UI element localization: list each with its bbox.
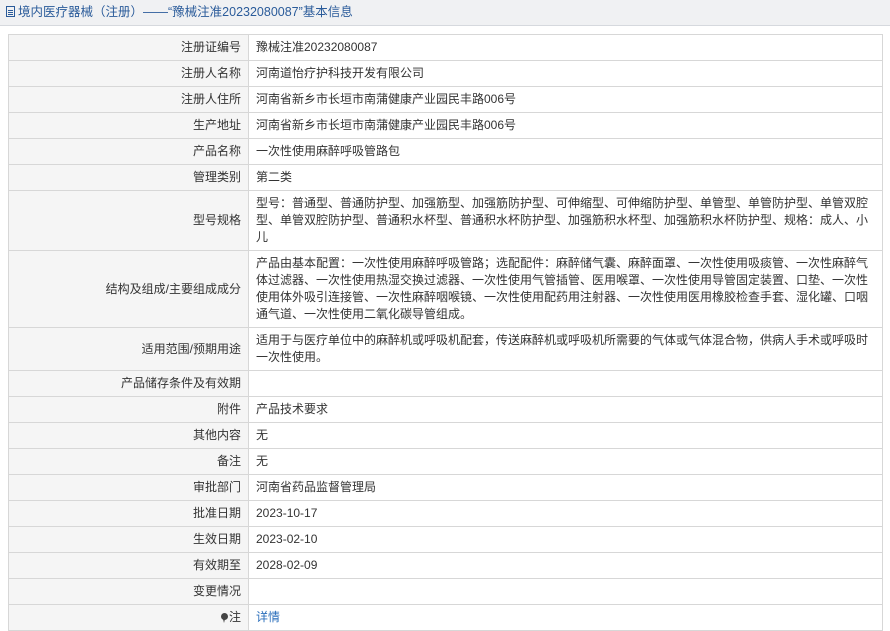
field-value: 一次性使用麻醉呼吸管路包 [248,138,883,165]
row-other-content: 其他内容 无 [8,422,883,449]
row-production-address: 生产地址 河南省新乡市长垣市南蒲健康产业园民丰路006号 [8,112,883,139]
field-label: 生效日期 [8,526,249,553]
row-change-history: 变更情况 [8,578,883,605]
field-label: 附件 [8,396,249,423]
field-value: 第二类 [248,164,883,191]
row-valid-until: 有效期至 2028-02-09 [8,552,883,579]
row-approval-date: 批准日期 2023-10-17 [8,500,883,527]
field-value: 无 [248,448,883,475]
field-label: 备注 [8,448,249,475]
basic-info-table: 注册证编号 豫械注准20232080087 注册人名称 河南道怡疗护科技开发有限… [8,34,883,631]
field-value: 河南省药品监督管理局 [248,474,883,501]
row-note: 注 详情 [8,604,883,631]
row-intended-use: 适用范围/预期用途 适用于与医疗单位中的麻醉机或呼吸机配套，传送麻醉机或呼吸机所… [8,327,883,371]
field-value: 河南省新乡市长垣市南蒲健康产业园民丰路006号 [248,86,883,113]
page-title: 境内医疗器械（注册）——“豫械注准20232080087”基本信息 [18,5,353,19]
page-header: 境内医疗器械（注册）——“豫械注准20232080087”基本信息 [0,0,890,26]
row-registrant-name: 注册人名称 河南道怡疗护科技开发有限公司 [8,60,883,87]
field-value: 适用于与医疗单位中的麻醉机或呼吸机配套，传送麻醉机或呼吸机所需要的气体或气体混合… [248,327,883,371]
field-value: 型号：普通型、普通防护型、加强筋型、加强筋防护型、可伸缩型、可伸缩防护型、单管型… [248,190,883,251]
field-label: 其他内容 [8,422,249,449]
field-label: 批准日期 [8,500,249,527]
field-label: 适用范围/预期用途 [8,327,249,371]
row-remarks: 备注 无 [8,448,883,475]
field-label: 注册人住所 [8,86,249,113]
field-value: 产品技术要求 [248,396,883,423]
field-value: 2023-02-10 [248,526,883,553]
field-label: 审批部门 [8,474,249,501]
field-value: 产品由基本配置：一次性使用麻醉呼吸管路；选配配件：麻醉储气囊、麻醉面罩、一次性使… [248,250,883,328]
row-effective-date: 生效日期 2023-02-10 [8,526,883,553]
field-label: 注册人名称 [8,60,249,87]
field-value: 河南道怡疗护科技开发有限公司 [248,60,883,87]
row-attachment: 附件 产品技术要求 [8,396,883,423]
field-value [248,370,883,397]
pin-icon [220,613,228,623]
row-structure-composition: 结构及组成/主要组成成分 产品由基本配置：一次性使用麻醉呼吸管路；选配配件：麻醉… [8,250,883,328]
field-label: 有效期至 [8,552,249,579]
field-value [248,578,883,605]
field-label: 注 [8,604,249,631]
field-label: 生产地址 [8,112,249,139]
field-label: 注册证编号 [8,34,249,61]
row-storage-validity: 产品储存条件及有效期 [8,370,883,397]
field-value: 河南省新乡市长垣市南蒲健康产业园民丰路006号 [248,112,883,139]
field-label: 管理类别 [8,164,249,191]
row-product-name: 产品名称 一次性使用麻醉呼吸管路包 [8,138,883,165]
field-label: 结构及组成/主要组成成分 [8,250,249,328]
field-value: 豫械注准20232080087 [248,34,883,61]
row-registration-number: 注册证编号 豫械注准20232080087 [8,34,883,61]
row-management-category: 管理类别 第二类 [8,164,883,191]
field-value: 2023-10-17 [248,500,883,527]
details-link[interactable]: 详情 [256,610,280,624]
field-value: 2028-02-09 [248,552,883,579]
field-value: 详情 [248,604,883,631]
field-label: 产品名称 [8,138,249,165]
field-value: 无 [248,422,883,449]
field-label: 型号规格 [8,190,249,251]
row-approval-department: 审批部门 河南省药品监督管理局 [8,474,883,501]
field-label: 产品储存条件及有效期 [8,370,249,397]
document-icon [6,6,15,17]
row-model-specification: 型号规格 型号：普通型、普通防护型、加强筋型、加强筋防护型、可伸缩型、可伸缩防护… [8,190,883,251]
field-label: 变更情况 [8,578,249,605]
row-registrant-address: 注册人住所 河南省新乡市长垣市南蒲健康产业园民丰路006号 [8,86,883,113]
note-label: 注 [228,610,241,624]
